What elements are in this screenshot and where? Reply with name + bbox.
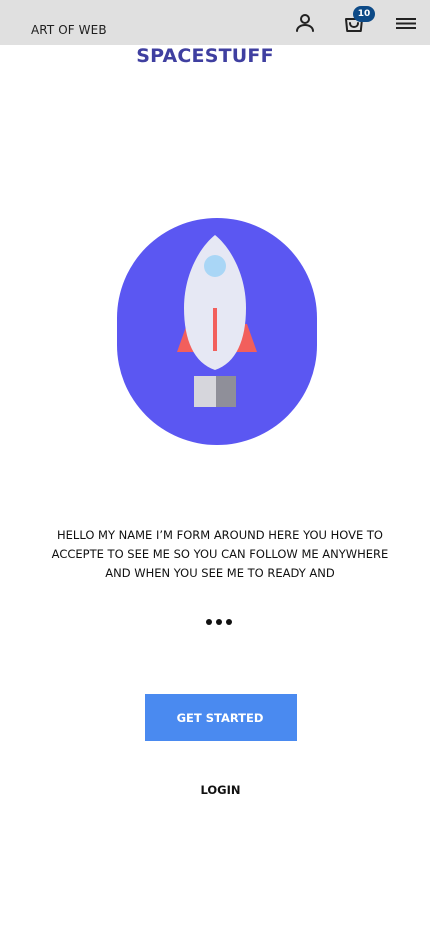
brand-label: ART OF WEB xyxy=(31,23,107,37)
hamburger-menu-icon[interactable] xyxy=(394,12,418,36)
cart-count-badge: 10 xyxy=(353,6,375,22)
app-title: SPACESTUFF xyxy=(136,45,274,67)
dot xyxy=(226,619,232,625)
dot xyxy=(206,619,212,625)
rocket-illustration xyxy=(117,218,317,445)
top-app-bar: ART OF WEB 10 xyxy=(0,0,430,45)
dot xyxy=(216,619,222,625)
intro-description: HELLO MY NAME I’M FORM AROUND HERE YOU H… xyxy=(51,528,389,580)
ellipsis-dots xyxy=(206,619,232,625)
get-started-button[interactable]: GET STARTED xyxy=(145,694,297,741)
login-link[interactable]: LOGIN xyxy=(0,783,430,797)
person-icon[interactable] xyxy=(293,11,317,35)
